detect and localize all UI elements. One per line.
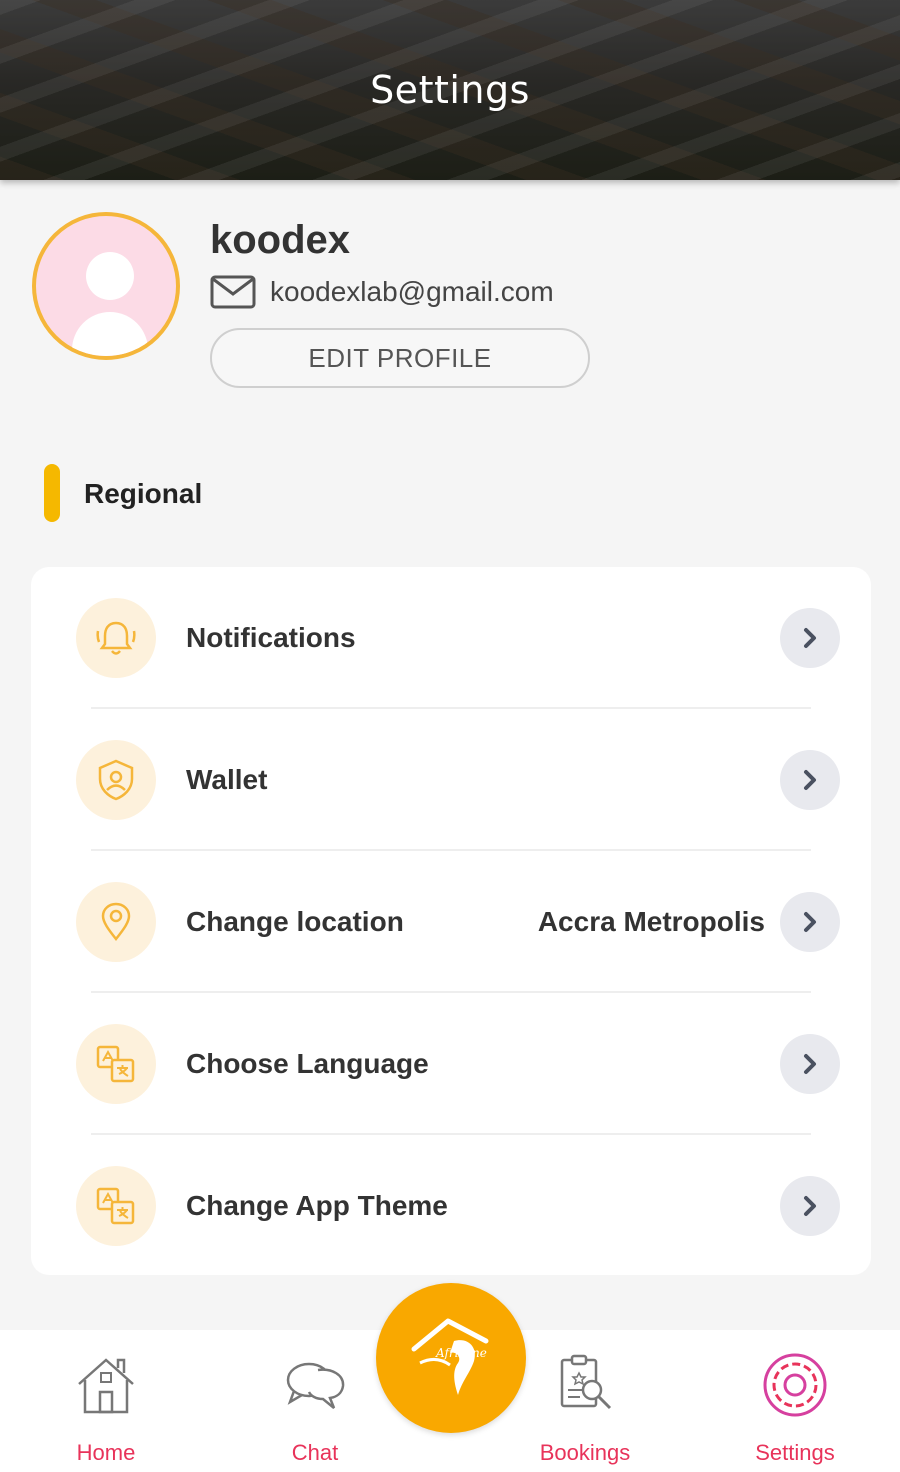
nav-bookings[interactable]: Bookings — [505, 1330, 665, 1472]
edit-profile-button[interactable]: EDIT PROFILE — [210, 328, 590, 388]
afrizone-logo-icon: Afrizone — [411, 1318, 489, 1395]
settings-row-theme[interactable]: Change App Theme — [31, 1135, 871, 1277]
wallet-shield-icon — [76, 740, 156, 820]
location-pin-icon — [76, 882, 156, 962]
row-value: Accra Metropolis — [537, 906, 765, 937]
settings-row-notifications[interactable]: Notifications — [31, 567, 871, 709]
row-label: Change App Theme — [186, 1190, 448, 1221]
chevron-right-icon[interactable] — [780, 750, 840, 810]
logo-text: Afrizone — [435, 1346, 487, 1360]
settings-gear-icon — [763, 1353, 827, 1417]
mail-icon — [210, 275, 256, 309]
page-title: Settings — [370, 68, 530, 112]
email-row: koodexlab@gmail.com — [210, 272, 554, 312]
nav-settings-label: Settings — [755, 1440, 835, 1465]
settings-row-language[interactable]: Choose Language — [31, 993, 871, 1135]
translate-icon — [76, 1024, 156, 1104]
nav-bookings-label: Bookings — [539, 1440, 631, 1465]
settings-row-wallet[interactable]: Wallet — [31, 709, 871, 851]
section-accent-bar — [44, 464, 60, 522]
section-title: Regional — [84, 478, 203, 509]
row-label: Choose Language — [186, 1048, 429, 1079]
row-label: Notifications — [186, 622, 356, 653]
bookings-clipboard-icon — [560, 1354, 612, 1410]
avatar[interactable] — [32, 212, 180, 360]
chat-bubbles-icon — [286, 1362, 345, 1409]
nav-chat[interactable]: Chat — [235, 1330, 395, 1472]
chevron-right-icon[interactable] — [780, 892, 840, 952]
nav-home-label: Home — [76, 1440, 136, 1465]
translate-icon — [76, 1166, 156, 1246]
chevron-right-icon[interactable] — [780, 608, 840, 668]
row-label: Wallet — [186, 764, 268, 795]
row-label: Change location — [186, 906, 404, 937]
settings-row-location[interactable]: Change location Accra Metropolis — [31, 851, 871, 993]
chevron-right-icon[interactable] — [780, 1034, 840, 1094]
settings-card: Notifications Wallet Change location Acc… — [31, 567, 871, 1275]
nav-chat-label: Chat — [291, 1440, 339, 1465]
profile-email: koodexlab@gmail.com — [270, 276, 554, 307]
bell-icon — [76, 598, 156, 678]
nav-settings[interactable]: Settings — [715, 1330, 875, 1472]
center-home-logo-button[interactable]: Afrizone — [376, 1283, 526, 1433]
profile-name: koodex — [210, 218, 351, 262]
nav-home[interactable]: Home — [26, 1330, 186, 1472]
chevron-right-icon[interactable] — [780, 1176, 840, 1236]
avatar-body-shape — [72, 312, 148, 356]
avatar-head-shape — [86, 252, 134, 300]
home-icon — [78, 1358, 134, 1414]
header-banner: Settings — [0, 0, 900, 180]
